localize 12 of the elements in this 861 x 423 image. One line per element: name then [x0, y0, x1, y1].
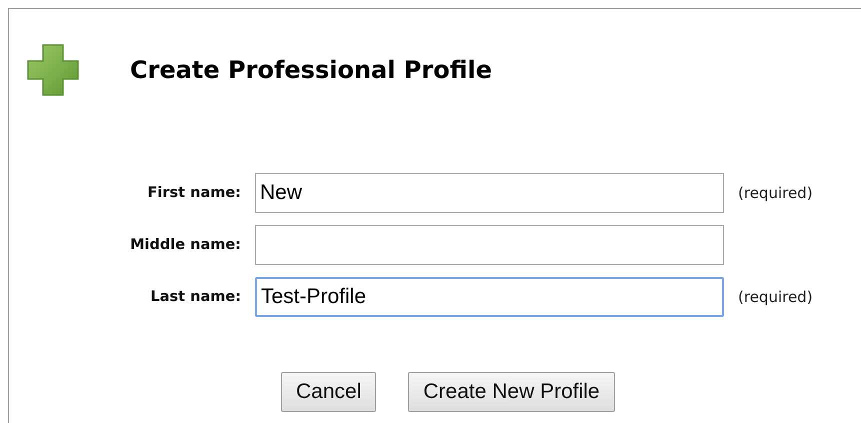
required-note: (required): [738, 288, 814, 306]
text-field[interactable]: New: [255, 173, 724, 213]
text-field[interactable]: Test-Profile: [255, 277, 724, 317]
text-field[interactable]: [255, 225, 724, 265]
plus-icon: [27, 44, 79, 96]
form-button[interactable]: Cancel: [281, 372, 376, 412]
field-label: Last name:: [150, 289, 241, 305]
page-title: Create Professional Profile: [130, 56, 492, 84]
required-note: (required): [738, 184, 814, 202]
field-label: Middle name:: [129, 237, 241, 253]
field-label: First name:: [146, 185, 241, 201]
form-button[interactable]: Create New Profile: [408, 372, 615, 412]
